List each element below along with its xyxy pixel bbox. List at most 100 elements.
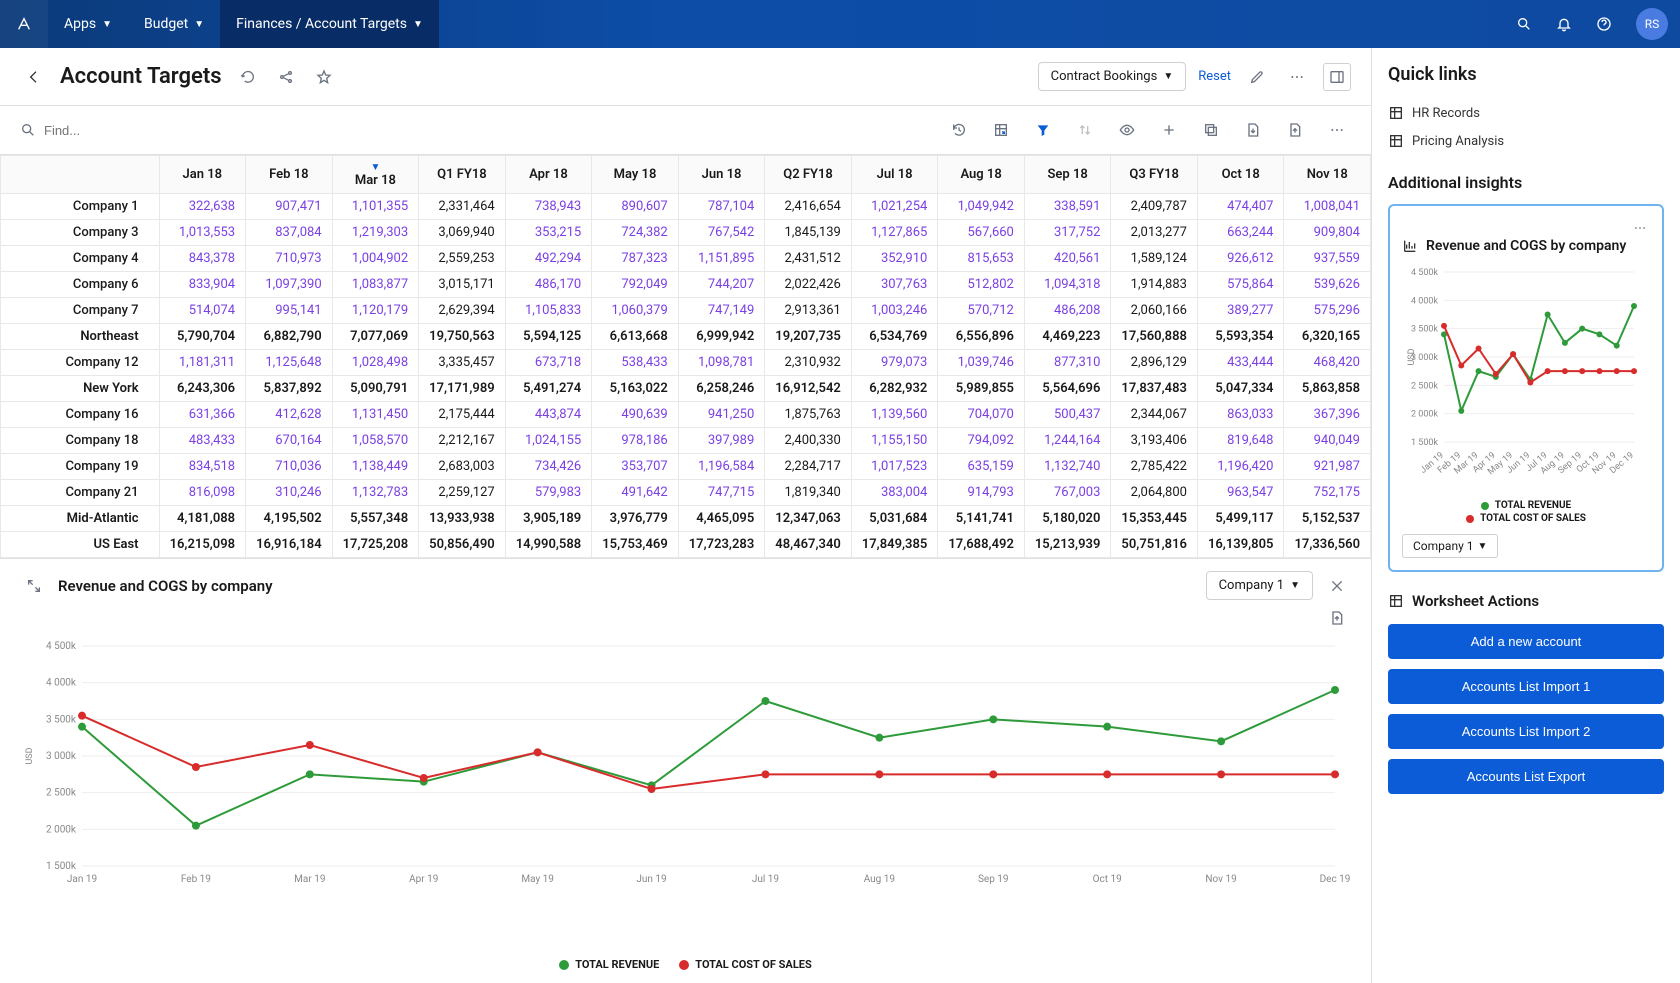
grid-cell[interactable]: 1,244,164 — [1024, 428, 1111, 454]
grid-cell[interactable]: 512,802 — [938, 272, 1025, 298]
grid-cell[interactable]: 5,499,117 — [1197, 506, 1284, 532]
grid-cell[interactable]: 710,973 — [246, 246, 333, 272]
grid-cell[interactable]: 1,131,450 — [332, 402, 419, 428]
grid-cell[interactable]: 1,083,877 — [332, 272, 419, 298]
grid-cell[interactable]: 3,015,171 — [419, 272, 506, 298]
column-header[interactable]: Apr 18 — [505, 156, 592, 194]
grid-cell[interactable]: 816,098 — [159, 480, 246, 506]
grid-cell[interactable]: 468,420 — [1284, 350, 1371, 376]
export-icon[interactable] — [1281, 116, 1309, 144]
grid-cell[interactable]: 570,712 — [938, 298, 1025, 324]
grid-cell[interactable]: 1,219,303 — [332, 220, 419, 246]
grid-cell[interactable]: 5,557,348 — [332, 506, 419, 532]
grid-cell[interactable]: 1,155,150 — [851, 428, 938, 454]
grid-cell[interactable]: 907,471 — [246, 194, 333, 220]
history-icon[interactable] — [945, 116, 973, 144]
grid-cell[interactable]: 13,933,938 — [419, 506, 506, 532]
column-header[interactable]: Sep 18 — [1024, 156, 1111, 194]
grid-cell[interactable]: 2,896,129 — [1111, 350, 1198, 376]
grid-cell[interactable]: 2,064,800 — [1111, 480, 1198, 506]
worksheet-action-button[interactable]: Add a new account — [1388, 624, 1664, 659]
grid-cell[interactable]: 1,003,246 — [851, 298, 938, 324]
grid-cell[interactable]: 815,653 — [938, 246, 1025, 272]
grid-cell[interactable]: 322,638 — [159, 194, 246, 220]
grid-cell[interactable]: 843,378 — [159, 246, 246, 272]
pivot-icon[interactable] — [987, 116, 1015, 144]
grid-cell[interactable]: 792,049 — [592, 272, 679, 298]
grid-cell[interactable]: 575,864 — [1197, 272, 1284, 298]
share-icon[interactable] — [272, 63, 300, 91]
more-horizontal-icon[interactable] — [1323, 116, 1351, 144]
sort-icon[interactable] — [1071, 116, 1099, 144]
grid-cell[interactable]: 747,149 — [678, 298, 765, 324]
grid-cell[interactable]: 338,591 — [1024, 194, 1111, 220]
worksheet-action-button[interactable]: Accounts List Import 2 — [1388, 714, 1664, 749]
grid-cell[interactable]: 787,104 — [678, 194, 765, 220]
edit-icon[interactable] — [1243, 63, 1271, 91]
grid-cell[interactable]: 6,258,246 — [678, 376, 765, 402]
grid-cell[interactable]: 433,444 — [1197, 350, 1284, 376]
grid-cell[interactable]: 2,212,167 — [419, 428, 506, 454]
column-header[interactable]: Aug 18 — [938, 156, 1025, 194]
grid-cell[interactable]: 5,837,892 — [246, 376, 333, 402]
grid-cell[interactable]: 2,559,253 — [419, 246, 506, 272]
grid-cell[interactable]: 1,875,763 — [765, 402, 852, 428]
column-header[interactable]: May 18 — [592, 156, 679, 194]
grid-cell[interactable]: 19,750,563 — [419, 324, 506, 350]
grid-cell[interactable]: 17,688,492 — [938, 532, 1025, 558]
grid-cell[interactable]: 16,215,098 — [159, 532, 246, 558]
grid-cell[interactable]: 17,336,560 — [1284, 532, 1371, 558]
grid-cell[interactable]: 17,560,888 — [1111, 324, 1198, 350]
grid-cell[interactable]: 1,127,865 — [851, 220, 938, 246]
grid-cell[interactable]: 19,207,735 — [765, 324, 852, 350]
grid-cell[interactable]: 491,642 — [592, 480, 679, 506]
grid-cell[interactable]: 1,105,833 — [505, 298, 592, 324]
grid-cell[interactable]: 1,097,390 — [246, 272, 333, 298]
grid-cell[interactable]: 767,542 — [678, 220, 765, 246]
close-chart-icon[interactable] — [1323, 572, 1351, 600]
grid-cell[interactable]: 921,987 — [1284, 454, 1371, 480]
grid-cell[interactable]: 17,171,989 — [419, 376, 506, 402]
grid-cell[interactable]: 2,785,422 — [1111, 454, 1198, 480]
grid-cell[interactable]: 6,999,942 — [678, 324, 765, 350]
grid-cell[interactable]: 7,077,069 — [332, 324, 419, 350]
grid-cell[interactable]: 863,033 — [1197, 402, 1284, 428]
nav-budget[interactable]: Budget ▼ — [128, 0, 220, 48]
grid-cell[interactable]: 747,715 — [678, 480, 765, 506]
grid-cell[interactable]: 877,310 — [1024, 350, 1111, 376]
grid-cell[interactable]: 926,612 — [1197, 246, 1284, 272]
copy-icon[interactable] — [1197, 116, 1225, 144]
grid-cell[interactable]: 734,426 — [505, 454, 592, 480]
grid-cell[interactable]: 819,648 — [1197, 428, 1284, 454]
column-header[interactable]: Q1 FY18 — [419, 156, 506, 194]
grid-cell[interactable]: 352,910 — [851, 246, 938, 272]
grid-cell[interactable]: 724,382 — [592, 220, 679, 246]
row-label[interactable]: Northeast — [1, 324, 160, 350]
grid-cell[interactable]: 1,132,783 — [332, 480, 419, 506]
grid-cell[interactable]: 15,753,469 — [592, 532, 679, 558]
grid-cell[interactable]: 1,196,584 — [678, 454, 765, 480]
column-header[interactable]: Q3 FY18 — [1111, 156, 1198, 194]
grid-cell[interactable]: 5,564,696 — [1024, 376, 1111, 402]
grid-cell[interactable]: 1,125,648 — [246, 350, 333, 376]
grid-cell[interactable]: 474,407 — [1197, 194, 1284, 220]
nav-apps[interactable]: Apps ▼ — [48, 0, 128, 48]
grid-cell[interactable]: 2,400,330 — [765, 428, 852, 454]
grid-cell[interactable]: 2,310,932 — [765, 350, 852, 376]
grid-cell[interactable]: 3,193,406 — [1111, 428, 1198, 454]
grid-cell[interactable]: 704,070 — [938, 402, 1025, 428]
grid-cell[interactable]: 787,323 — [592, 246, 679, 272]
grid-cell[interactable]: 1,008,041 — [1284, 194, 1371, 220]
grid-cell[interactable]: 3,976,779 — [592, 506, 679, 532]
search-input[interactable] — [44, 123, 244, 138]
row-label[interactable]: Company 19 — [1, 454, 160, 480]
grid-cell[interactable]: 353,215 — [505, 220, 592, 246]
grid-cell[interactable]: 3,905,189 — [505, 506, 592, 532]
row-label[interactable]: Company 4 — [1, 246, 160, 272]
grid-cell[interactable]: 2,331,464 — [419, 194, 506, 220]
grid-cell[interactable]: 483,433 — [159, 428, 246, 454]
grid-cell[interactable]: 5,047,334 — [1197, 376, 1284, 402]
grid-cell[interactable]: 2,416,654 — [765, 194, 852, 220]
grid-cell[interactable]: 383,004 — [851, 480, 938, 506]
row-label[interactable]: Company 18 — [1, 428, 160, 454]
